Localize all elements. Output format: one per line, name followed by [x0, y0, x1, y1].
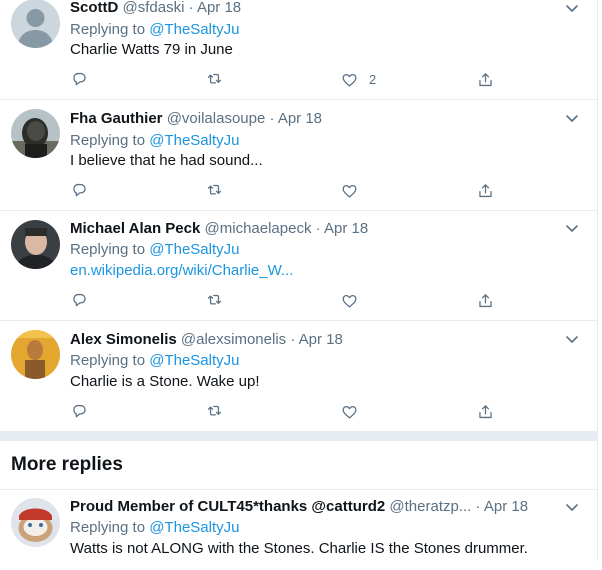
like-icon	[342, 73, 357, 86]
like-button[interactable]	[340, 401, 369, 421]
tweet-text: Charlie is a Stone. Wake up!	[70, 373, 260, 390]
share-button[interactable]	[476, 290, 495, 310]
like-icon	[342, 294, 357, 307]
avatar[interactable]	[11, 498, 60, 547]
avatar[interactable]	[11, 220, 60, 269]
chevron-down-icon[interactable]	[563, 330, 581, 348]
share-button[interactable]	[476, 401, 495, 421]
tweet-date[interactable]: · Apr 18	[189, 0, 242, 16]
chevron-down-icon[interactable]	[563, 0, 581, 17]
tweet-reply[interactable]: Fha Gauthier @voilalasoupe · Apr 18 Repl…	[0, 100, 597, 211]
author-name[interactable]: Alex Simonelis	[70, 331, 177, 348]
retweet-icon	[207, 405, 222, 416]
tweet-actions	[70, 290, 500, 312]
avatar[interactable]	[11, 0, 60, 48]
share-icon	[479, 183, 492, 197]
column-border	[597, 0, 602, 561]
author-handle[interactable]: @alexsimonelis	[181, 331, 286, 348]
tweet-text: I believe that he had sound...	[70, 152, 263, 169]
chevron-down-icon[interactable]	[563, 498, 581, 516]
like-count: 2	[369, 71, 377, 87]
replying-handle[interactable]: @TheSaltyJu	[149, 352, 239, 369]
avatar[interactable]	[11, 330, 60, 379]
tweet-reply[interactable]: Proud Member of CULT45*thanks @catturd2 …	[0, 490, 597, 570]
retweet-icon	[207, 184, 222, 195]
replying-handle[interactable]: @TheSaltyJu	[149, 132, 239, 149]
replying-label: Replying to	[70, 21, 146, 38]
avatar[interactable]	[11, 109, 60, 158]
tweet-reply[interactable]: Alex Simonelis @alexsimonelis · Apr 18 R…	[0, 321, 597, 431]
replying-label: Replying to	[70, 132, 146, 149]
replying-handle[interactable]: @TheSaltyJu	[149, 519, 239, 536]
retweet-icon	[207, 294, 222, 305]
replying-label: Replying to	[70, 241, 146, 258]
replying-to: Replying to @TheSaltyJu	[70, 351, 239, 371]
reply-icon	[73, 72, 86, 85]
reply-button[interactable]	[70, 69, 89, 89]
replying-label: Replying to	[70, 519, 146, 536]
author-handle[interactable]: @michaelapeck	[205, 220, 312, 237]
tweet-text: Watts is not ALONG with the Stones. Char…	[70, 540, 528, 557]
like-icon	[342, 405, 357, 418]
tweet-date[interactable]: · Apr 18	[316, 220, 369, 237]
section-divider	[0, 431, 597, 441]
share-icon	[479, 293, 492, 307]
like-icon	[342, 184, 357, 197]
author-name[interactable]: Proud Member of CULT45*thanks @catturd2	[70, 498, 385, 515]
reply-icon	[73, 183, 86, 196]
reply-button[interactable]	[70, 180, 89, 200]
chevron-down-icon[interactable]	[563, 219, 581, 237]
like-button[interactable]	[340, 180, 369, 200]
replying-to: Replying to @TheSaltyJu	[70, 131, 239, 151]
author-handle[interactable]: @voilalasoupe	[167, 110, 266, 127]
share-icon	[479, 404, 492, 418]
author-name[interactable]: Michael Alan Peck	[70, 220, 200, 237]
reply-button[interactable]	[70, 401, 89, 421]
tweet-link[interactable]: en.wikipedia.org/wiki/Charlie_W...	[70, 261, 293, 281]
share-icon	[479, 72, 492, 86]
author-handle[interactable]: @theratzp...	[389, 498, 471, 515]
retweet-button[interactable]	[205, 401, 224, 421]
retweet-button[interactable]	[205, 69, 224, 89]
tweet-reply[interactable]: ScottD @sfdaski · Apr 18 Replying to @Th…	[0, 0, 597, 100]
tweet-actions	[70, 180, 500, 202]
replying-to: Replying to @TheSaltyJu	[70, 240, 239, 260]
retweet-button[interactable]	[205, 290, 224, 310]
tweet-actions: 2	[70, 69, 500, 91]
reply-icon	[73, 404, 86, 417]
author-name[interactable]: Fha Gauthier	[70, 110, 163, 127]
share-button[interactable]	[476, 180, 495, 200]
replying-handle[interactable]: @TheSaltyJu	[149, 21, 239, 38]
like-button[interactable]	[340, 290, 369, 310]
tweet-reply[interactable]: Michael Alan Peck @michaelapeck · Apr 18…	[0, 211, 597, 321]
replying-to: Replying to @TheSaltyJu	[70, 518, 239, 538]
replying-label: Replying to	[70, 352, 146, 369]
reply-button[interactable]	[70, 290, 89, 310]
author-handle[interactable]: @sfdaski	[123, 0, 185, 16]
reply-icon	[73, 293, 86, 306]
author-name[interactable]: ScottD	[70, 0, 118, 16]
tweet-date[interactable]: · Apr 18	[476, 498, 529, 515]
retweet-button[interactable]	[205, 180, 224, 200]
more-replies-heading: More replies	[11, 454, 123, 475]
share-button[interactable]	[476, 69, 495, 89]
chevron-down-icon[interactable]	[563, 109, 581, 127]
tweet-text: Charlie Watts 79 in June	[70, 41, 233, 58]
replying-to: Replying to @TheSaltyJu	[70, 20, 239, 40]
tweet-date[interactable]: · Apr 18	[290, 331, 343, 348]
tweet-actions	[70, 401, 500, 423]
like-button[interactable]: 2	[340, 69, 376, 89]
replying-handle[interactable]: @TheSaltyJu	[149, 241, 239, 258]
retweet-icon	[207, 73, 222, 84]
tweet-date[interactable]: · Apr 18	[269, 110, 322, 127]
